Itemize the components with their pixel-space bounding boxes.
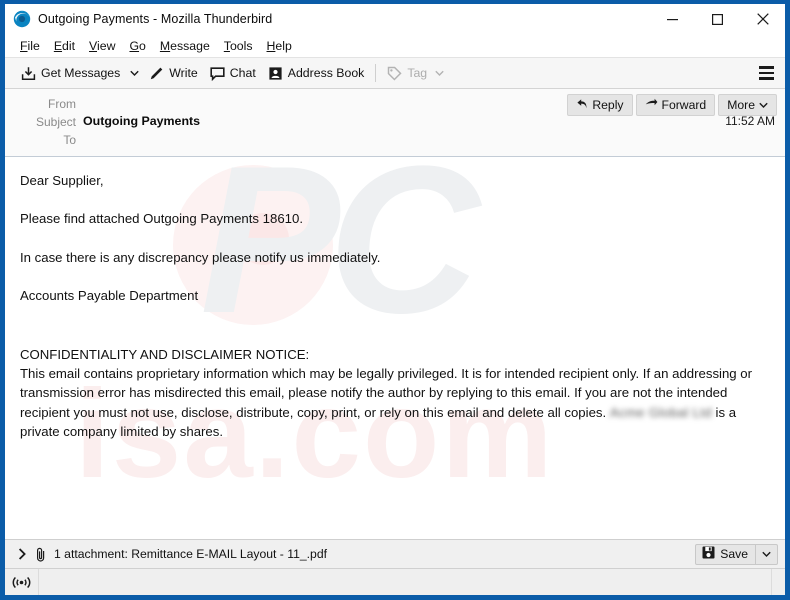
body-signature: Accounts Payable Department — [20, 286, 769, 305]
download-inbox-icon — [21, 66, 36, 81]
floppy-disk-icon — [702, 546, 715, 562]
thunderbird-logo-icon — [13, 10, 31, 28]
get-messages-dropdown[interactable] — [126, 61, 143, 85]
menu-help[interactable]: Help — [260, 37, 299, 55]
title-bar: Outgoing Payments - Mozilla Thunderbird — [5, 4, 785, 34]
resize-grip[interactable] — [771, 569, 785, 595]
minimize-icon[interactable] — [650, 4, 695, 34]
main-toolbar: Get Messages Write Chat — [5, 58, 785, 89]
attachment-bar: 1 attachment: Remittance E-MAIL Layout -… — [5, 539, 785, 568]
message-body: PC isa.com Dear Supplier, Please find at… — [5, 157, 785, 539]
forward-label: Forward — [662, 98, 707, 112]
reply-arrow-icon — [576, 98, 588, 113]
menu-edit[interactable]: Edit — [47, 37, 82, 55]
address-book-button[interactable]: Address Book — [262, 61, 371, 85]
forward-button[interactable]: Forward — [636, 94, 716, 116]
redacted-company-name: Acme Global Ltd — [610, 403, 712, 422]
toolbar-separator — [375, 64, 376, 82]
tag-button[interactable]: Tag — [381, 61, 450, 85]
chevron-down-icon — [130, 70, 139, 77]
chat-label: Chat — [230, 66, 256, 80]
tag-label: Tag — [407, 66, 427, 80]
body-greeting: Dear Supplier, — [20, 171, 769, 190]
speech-bubble-icon — [210, 66, 225, 81]
to-label: To — [5, 132, 83, 147]
menu-bar: File Edit View Go Message Tools Help — [5, 34, 785, 58]
email-text-content: Dear Supplier, Please find attached Outg… — [20, 171, 769, 442]
more-label: More — [727, 98, 755, 112]
forward-arrow-icon — [645, 98, 658, 112]
subject-value: Outgoing Payments — [83, 114, 715, 128]
disclaimer-block: CONFIDENTIALITY AND DISCLAIMER NOTICE: T… — [20, 345, 769, 442]
menu-go[interactable]: Go — [122, 37, 152, 55]
reply-label: Reply — [592, 98, 623, 112]
from-label: From — [5, 96, 83, 111]
disclaimer-title: CONFIDENTIALITY AND DISCLAIMER NOTICE: — [20, 345, 769, 364]
chat-button[interactable]: Chat — [204, 61, 262, 85]
menu-message[interactable]: Message — [153, 37, 217, 55]
status-bar — [5, 568, 785, 595]
window-content: Outgoing Payments - Mozilla Thunderbird … — [5, 4, 785, 595]
broadcast-signal-icon[interactable] — [5, 569, 39, 595]
contact-card-icon — [268, 66, 283, 81]
paperclip-icon — [35, 547, 47, 562]
tag-icon — [387, 66, 402, 81]
reply-button[interactable]: Reply — [567, 94, 632, 116]
close-icon[interactable] — [740, 4, 785, 34]
body-line-1: Please find attached Outgoing Payments 1… — [20, 209, 769, 228]
message-actions: Reply Forward More — [567, 94, 777, 116]
status-text — [39, 569, 771, 595]
subject-label: Subject — [5, 114, 83, 129]
chevron-down-icon — [435, 66, 444, 80]
more-button[interactable]: More — [718, 94, 777, 116]
pencil-icon — [149, 66, 164, 81]
header-row-to: To — [5, 131, 785, 149]
save-main[interactable]: Save — [696, 545, 755, 564]
address-book-label: Address Book — [288, 66, 365, 80]
hamburger-menu-icon[interactable] — [753, 61, 779, 85]
chevron-down-icon — [759, 98, 768, 112]
save-attachment-button[interactable]: Save — [695, 544, 778, 565]
attachment-label: 1 attachment: Remittance E-MAIL Layout -… — [54, 547, 327, 561]
get-messages-label: Get Messages — [41, 66, 120, 80]
body-line-2: In case there is any discrepancy please … — [20, 248, 769, 267]
maximize-icon[interactable] — [695, 4, 740, 34]
chevron-right-icon[interactable] — [15, 548, 29, 560]
menu-file[interactable]: File — [13, 37, 47, 55]
menu-tools[interactable]: Tools — [217, 37, 260, 55]
chevron-down-icon — [762, 551, 771, 558]
message-header: From Subject Outgoing Payments 11:52 AM … — [5, 89, 785, 157]
save-dropdown[interactable] — [756, 545, 777, 564]
write-button[interactable]: Write — [143, 61, 203, 85]
menu-view[interactable]: View — [82, 37, 122, 55]
save-label: Save — [720, 547, 748, 561]
window-title: Outgoing Payments - Mozilla Thunderbird — [38, 12, 272, 26]
write-label: Write — [169, 66, 197, 80]
disclaimer-body: This email contains proprietary informat… — [20, 364, 769, 442]
get-messages-button[interactable]: Get Messages — [15, 61, 126, 85]
thunderbird-window: Outgoing Payments - Mozilla Thunderbird … — [0, 0, 790, 600]
message-time: 11:52 AM — [715, 114, 775, 128]
